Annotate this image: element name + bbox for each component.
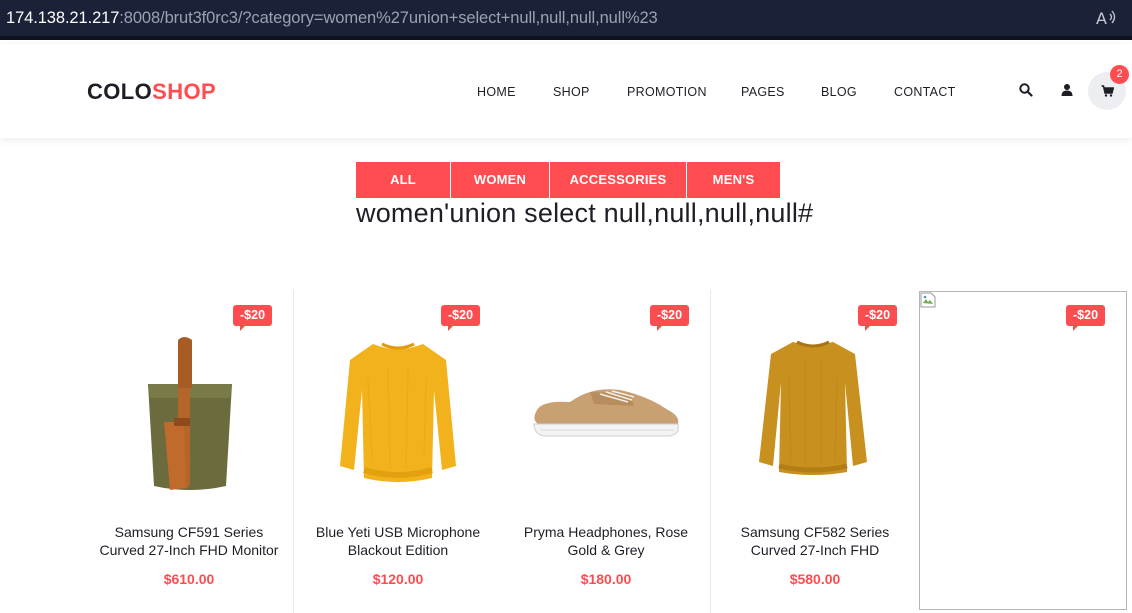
product-name-line2: Curved 27-Inch FHD xyxy=(750,542,880,558)
nav-blog[interactable]: BLOG xyxy=(821,85,857,99)
product-image-sneaker[interactable] xyxy=(530,382,682,444)
product-image-yellow-sweater[interactable] xyxy=(338,338,458,492)
search-icon[interactable] xyxy=(1019,82,1035,98)
filter-women-button[interactable]: WOMEN xyxy=(451,162,549,198)
broken-image-placeholder[interactable] xyxy=(919,291,1127,610)
product-price: $120.00 xyxy=(372,571,424,587)
read-aloud-icon[interactable]: A xyxy=(1096,8,1118,30)
discount-badge: -$20 xyxy=(858,305,898,331)
cart-icon xyxy=(1101,85,1114,97)
product-name[interactable]: Samsung CF591 Series Curved 27-Inch FHD … xyxy=(85,523,293,559)
product-name-line1: Samsung CF582 Series xyxy=(740,524,890,540)
product-price: $180.00 xyxy=(580,571,632,587)
browser-address-bar[interactable]: 174.138.21.217:8008/brut3f0rc3/?category… xyxy=(0,0,1132,40)
product-name-line1: Samsung CF591 Series xyxy=(114,524,264,540)
product-name-line2: Gold & Grey xyxy=(567,542,645,558)
product-name-line2: Curved 27-Inch FHD Monitor xyxy=(99,542,279,558)
product-card[interactable] xyxy=(502,290,710,613)
nav-home[interactable]: HOME xyxy=(477,85,516,99)
product-name[interactable]: Pryma Headphones, Rose Gold & Grey xyxy=(502,523,710,559)
discount-badge: -$20 xyxy=(650,305,690,331)
nav-contact[interactable]: CONTACT xyxy=(894,85,956,99)
product-price: $580.00 xyxy=(789,571,841,587)
filter-all-button[interactable]: ALL xyxy=(356,162,450,198)
logo-part-shop: SHOP xyxy=(152,79,217,104)
product-image-mustard-sweater[interactable] xyxy=(757,338,869,482)
nav-pages[interactable]: PAGES xyxy=(741,85,785,99)
logo[interactable]: COLOSHOP xyxy=(87,79,216,105)
broken-image-icon xyxy=(920,292,936,308)
url-path: :8008/brut3f0rc3/?category=women%27union… xyxy=(119,9,658,27)
logo-part-colo: COLO xyxy=(87,79,153,104)
nav-shop[interactable]: SHOP xyxy=(553,85,590,99)
svg-text:A: A xyxy=(1096,9,1107,28)
discount-badge: -$20 xyxy=(441,305,481,331)
url-field[interactable]: 174.138.21.217:8008/brut3f0rc3/?category… xyxy=(6,9,658,28)
nav-promotion[interactable]: PROMOTION xyxy=(627,85,707,99)
filter-accessories-button[interactable]: ACCESSORIES xyxy=(550,162,686,198)
site-header: COLOSHOP HOME SHOP PROMOTION PAGES BLOG … xyxy=(0,44,1132,138)
discount-badge: -$20 xyxy=(1066,305,1106,331)
product-name[interactable]: Samsung CF582 Series Curved 27-Inch FHD xyxy=(711,523,919,559)
url-host: 174.138.21.217 xyxy=(6,9,120,27)
cart-count-badge: 2 xyxy=(1110,65,1129,84)
product-name[interactable]: Blue Yeti USB Microphone Blackout Editio… xyxy=(294,523,502,559)
product-price: $610.00 xyxy=(163,571,215,587)
product-name-line2: Blackout Edition xyxy=(347,542,449,558)
category-heading: women'union select null,null,null,null# xyxy=(356,198,814,228)
filter-mens-button[interactable]: MEN'S xyxy=(687,162,780,198)
product-name-line1: Blue Yeti USB Microphone xyxy=(315,524,481,540)
discount-badge: -$20 xyxy=(233,305,273,331)
user-icon[interactable] xyxy=(1061,82,1077,98)
product-name-line1: Pryma Headphones, Rose xyxy=(523,524,689,540)
product-image-bag[interactable] xyxy=(140,336,240,500)
